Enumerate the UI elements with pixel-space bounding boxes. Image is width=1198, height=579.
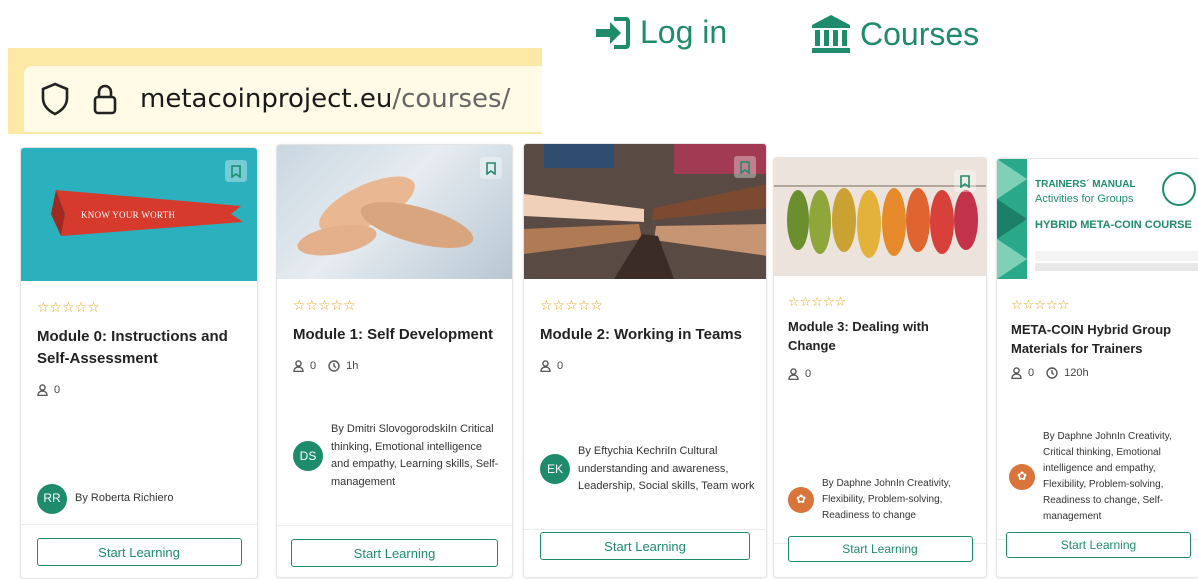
course-meta: 0 120h xyxy=(1011,367,1186,379)
bookmark-button[interactable] xyxy=(225,160,247,182)
start-learning-button[interactable]: Start Learning xyxy=(1006,532,1191,558)
student-count: 0 xyxy=(54,383,61,396)
know-your-worth-text: KNOW YOUR WORTH xyxy=(81,210,176,220)
user-icon xyxy=(540,359,551,372)
courses-label: Courses xyxy=(860,15,980,52)
shield-icon xyxy=(41,82,69,116)
login-icon xyxy=(596,16,630,49)
organization-logo-icon: ✿ xyxy=(788,487,814,513)
user-icon xyxy=(788,367,799,380)
course-meta: 0 xyxy=(788,368,972,380)
author-row: RR By Roberta Richiero xyxy=(37,484,247,514)
course-meta: 0 xyxy=(37,384,241,396)
course-title[interactable]: Module 2: Working in Teams xyxy=(540,324,750,346)
course-duration: 120h xyxy=(1064,366,1089,379)
author-row: DS By Dmitri SlovogorodskiIn Critical th… xyxy=(293,421,502,491)
bookmark-icon xyxy=(231,164,241,178)
course-thumbnail xyxy=(524,144,766,279)
author-row: EK By Eftychia KechriIn Cultural underst… xyxy=(540,443,756,496)
courses-link[interactable]: Courses xyxy=(810,14,979,54)
start-learning-button[interactable]: Start Learning xyxy=(540,532,750,560)
course-meta: 0 xyxy=(540,360,750,372)
user-icon xyxy=(1011,366,1022,379)
manual-line3: HYBRID META-COIN COURSE xyxy=(1035,219,1192,231)
student-count: 0 xyxy=(1028,366,1035,379)
url-text: metacoinproject.eu/courses/ xyxy=(140,84,510,114)
bookmark-button[interactable] xyxy=(734,156,756,178)
bookmark-icon xyxy=(486,161,496,175)
course-meta: 0 1h xyxy=(293,360,496,372)
address-bar[interactable]: metacoinproject.eu/courses/ xyxy=(24,66,542,132)
avatar: DS xyxy=(293,441,323,472)
course-title[interactable]: Module 3: Dealing with Change xyxy=(788,318,972,356)
user-icon xyxy=(37,383,48,396)
author-byline: By Roberta Richiero xyxy=(75,492,174,505)
course-thumbnail xyxy=(774,158,986,276)
author-byline: By Eftychia KechriIn Cultural understand… xyxy=(578,445,755,493)
rating-stars: ☆☆☆☆☆ xyxy=(1011,297,1070,312)
bookmark-icon xyxy=(960,174,970,188)
rating-stars: ☆☆☆☆☆ xyxy=(540,297,603,313)
url-host: metacoinproject.eu xyxy=(140,84,393,114)
author-row: ✿ By Daphne JohnIn Creativity, Critical … xyxy=(1009,429,1196,525)
author-row: ✿ By Daphne JohnIn Creativity, Flexibili… xyxy=(788,476,978,524)
student-count: 0 xyxy=(310,359,317,372)
course-card[interactable]: ☆☆☆☆☆ Module 3: Dealing with Change 0 ✿ … xyxy=(773,157,987,578)
avatar: RR xyxy=(37,484,67,514)
start-learning-button[interactable]: Start Learning xyxy=(787,536,973,562)
student-count: 0 xyxy=(557,359,564,372)
start-learning-button[interactable]: Start Learning xyxy=(36,538,242,566)
browser-urlbar-frame: metacoinproject.eu/courses/ xyxy=(8,48,542,134)
rating-stars: ☆☆☆☆☆ xyxy=(37,299,100,315)
student-count: 0 xyxy=(805,367,812,380)
course-card[interactable]: KNOW YOUR WORTH ☆☆☆☆☆ Module 0: Instruct… xyxy=(20,147,258,579)
login-label: Log in xyxy=(640,14,728,50)
url-path: /courses/ xyxy=(392,84,511,114)
rating-stars: ☆☆☆☆☆ xyxy=(788,294,847,309)
course-card[interactable]: ☆☆☆☆☆ Module 2: Working in Teams 0 EK By… xyxy=(523,143,767,578)
course-thumbnail: KNOW YOUR WORTH xyxy=(21,148,257,281)
lock-icon xyxy=(93,84,117,115)
author-byline: By Daphne JohnIn Creativity, Critical th… xyxy=(1043,431,1172,522)
course-thumbnail: TRAINERS´ MANUAL Activities for Groups H… xyxy=(997,159,1198,279)
manual-line1: TRAINERS´ MANUAL xyxy=(1035,179,1136,190)
clock-icon xyxy=(328,360,340,372)
bookmark-button[interactable] xyxy=(480,157,502,179)
author-byline: By Dmitri SlovogorodskiIn Critical think… xyxy=(331,423,499,488)
course-duration: 1h xyxy=(346,359,359,372)
organization-logo-icon: ✿ xyxy=(1009,464,1035,490)
course-card[interactable]: TRAINERS´ MANUAL Activities for Groups H… xyxy=(996,158,1198,578)
bookmark-button[interactable] xyxy=(954,170,976,192)
login-link[interactable]: Log in xyxy=(592,14,727,51)
bookmark-icon xyxy=(740,160,750,174)
user-icon xyxy=(293,359,304,372)
course-title[interactable]: META-COIN Hybrid Group Materials for Tra… xyxy=(1011,321,1186,359)
author-byline: By Daphne JohnIn Creativity, Flexibility… xyxy=(822,478,951,521)
clock-icon xyxy=(1046,366,1058,379)
manual-line2: Activities for Groups xyxy=(1035,193,1134,205)
avatar: EK xyxy=(540,454,570,485)
course-card[interactable]: ☆☆☆☆☆ Module 1: Self Development 0 1h DS… xyxy=(276,144,513,578)
course-thumbnail xyxy=(277,145,512,279)
course-title[interactable]: Module 1: Self Development xyxy=(293,324,496,346)
start-learning-button[interactable]: Start Learning xyxy=(291,539,498,567)
course-title[interactable]: Module 0: Instructions and Self-Assessme… xyxy=(37,326,241,370)
institution-icon xyxy=(812,15,850,53)
rating-stars: ☆☆☆☆☆ xyxy=(293,297,356,313)
